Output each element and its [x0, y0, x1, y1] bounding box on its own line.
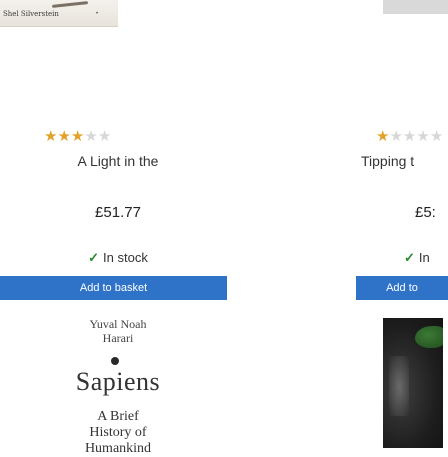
stock-status: ✓ In	[404, 250, 448, 266]
fingerprint-icon	[111, 357, 119, 365]
add-to-basket-button[interactable]: Add to	[356, 276, 448, 300]
cover-author-line1: Yuval Noah	[89, 317, 147, 331]
book-cover-right[interactable]	[383, 318, 443, 448]
star-icon: ★	[389, 128, 403, 145]
book-cover-top-right[interactable]	[383, 0, 448, 14]
check-icon: ✓	[404, 250, 415, 265]
cover-author-line2: Harari	[102, 331, 134, 345]
cover-ornament: •	[96, 11, 99, 17]
star-icon: ★	[70, 128, 85, 145]
rating-stars: ★★★★★	[376, 127, 448, 145]
cover-leaf-art	[415, 326, 443, 348]
product-price: £51.77	[95, 204, 141, 221]
star-icon: ★	[402, 128, 417, 145]
cover-title: Sapiens	[75, 367, 161, 396]
star-icon: ★	[416, 128, 430, 145]
rating-stars: ★★★★★	[44, 127, 111, 145]
stock-label: In stock	[103, 250, 148, 265]
cover-line-art	[51, 1, 89, 8]
star-icon: ★	[57, 128, 71, 145]
cover-light-art	[389, 356, 409, 416]
stock-status: ✓ In stock	[8, 250, 228, 266]
star-icon: ★	[97, 128, 112, 145]
product-price: £5:	[415, 204, 436, 221]
cover-subtitle-line3: Humankind	[84, 441, 152, 456]
star-icon: ★	[376, 128, 390, 145]
star-icon: ★	[84, 128, 98, 145]
add-to-basket-button[interactable]: Add to basket	[0, 276, 227, 300]
cover-subtitle-line2: History of	[89, 425, 147, 440]
stock-label: In	[418, 250, 430, 265]
star-icon: ★	[429, 128, 444, 145]
check-icon: ✓	[88, 250, 100, 265]
cover-author: Yuval Noah Harari	[59, 317, 177, 345]
book-cover-top-left[interactable]: Shel Silverstein •	[0, 0, 118, 27]
product-title-link[interactable]: Tipping t	[361, 153, 448, 169]
cover-subtitle-line1: A Brief	[97, 409, 139, 424]
star-icon: ★	[44, 128, 58, 145]
cover-author-text: Shel Silverstein	[3, 10, 59, 18]
book-cover-sapiens[interactable]: Yuval Noah Harari Sapiens A Brief Histor…	[59, 305, 177, 456]
product-title-link[interactable]: A Light in the	[8, 153, 228, 169]
